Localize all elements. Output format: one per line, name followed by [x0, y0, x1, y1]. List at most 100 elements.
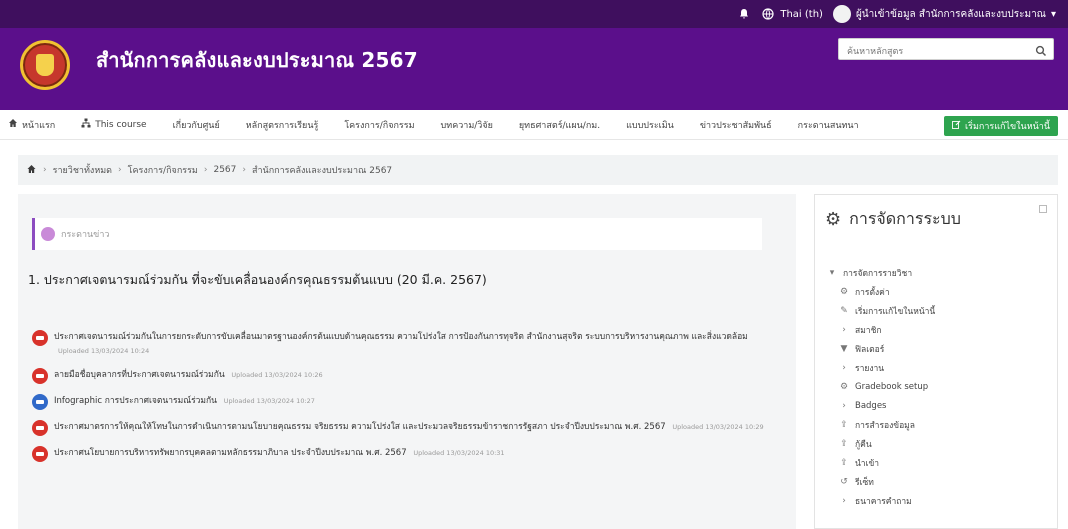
nav-item-projects[interactable]: โครงการ/กิจกรรม [344, 118, 414, 132]
caret-right-icon: › [842, 400, 846, 411]
search-icon[interactable] [1035, 42, 1047, 61]
search-input[interactable] [839, 42, 1029, 62]
home-icon[interactable] [26, 164, 37, 177]
resource-item[interactable]: ประกาศเจตนารมณ์ร่วมกันในการยกระดับการขับ… [32, 330, 782, 358]
tree-item-restore[interactable]: ⇪ กู้คืน [827, 434, 935, 453]
tree-item-users[interactable]: › สมาชิก [827, 320, 935, 339]
admin-tree: ▾ การจัดการรายวิชา ⚙ การตั้งค่า ✎ เริ่มก… [827, 263, 936, 510]
pdf-file-icon [32, 446, 48, 462]
home-icon [8, 118, 18, 131]
upload-icon: ⇪ [840, 438, 848, 449]
nav-item-label: หน้าแรก [22, 120, 56, 131]
tree-item-label: การตั้งค่า [855, 287, 890, 298]
nav-item-strategy[interactable]: ยุทธศาสตร์/แผน/กม. [519, 118, 600, 132]
tree-item-label: นำเข้า [855, 458, 880, 469]
resource-title[interactable]: ประกาศเจตนารมณ์ร่วมกันในการยกระดับการขับ… [54, 332, 748, 342]
tree-item-label: เริ่มการแก้ไขในหน้านี้ [855, 306, 936, 317]
resource-title[interactable]: ประกาศนโยบายการบริหารทรัพยากรบุคคลตามหลั… [54, 448, 407, 458]
breadcrumb-item[interactable]: โครงการ/กิจกรรม [128, 163, 198, 177]
main-navbar: หน้าแรก This course เกี่ยวกับศูนย์ หลักส… [0, 110, 1068, 140]
tree-item-import[interactable]: ⇪ นำเข้า [827, 453, 935, 472]
gear-icon: ⚙ [839, 381, 849, 392]
tree-item-label: กู้คืน [855, 439, 872, 450]
resource-title[interactable]: ประกาศมาตรการให้คุณให้โทษในการดำเนินการต… [54, 422, 666, 432]
nav-item-this-course[interactable]: This course [81, 118, 147, 131]
nav-item-home[interactable]: หน้าแรก [8, 118, 55, 132]
upload-date: Uploaded 13/03/2024 10:29 [672, 423, 764, 431]
tree-item-question-bank[interactable]: › ธนาคารคำถาม [827, 491, 935, 510]
nav-item-label: กระดานสนทนา [797, 120, 859, 131]
caret-down-icon: ▾ [829, 267, 835, 278]
resource-title[interactable]: ลายมือชื่อบุคลากรที่ประกาศเจตนารมณ์ร่วมก… [54, 370, 225, 380]
tree-item-gradebook-setup[interactable]: ⚙ Gradebook setup [827, 377, 935, 396]
tree-item-backup[interactable]: ⇪ การสำรองข้อมูล [827, 415, 935, 434]
nav-item-label: บทความ/วิจัย [440, 120, 493, 131]
news-forum-label: กระดานข่าว [61, 230, 110, 240]
language-label: Thai (th) [780, 8, 823, 20]
avatar [832, 5, 851, 23]
nav-item-label: เกี่ยวกับศูนย์ [172, 120, 220, 131]
upload-icon: ⇪ [840, 457, 848, 468]
nav-item-label: โครงการ/กิจกรรม [344, 120, 415, 131]
sitemap-icon [81, 118, 91, 131]
pdf-file-icon [32, 368, 48, 384]
user-name: ผู้นำเข้าข้อมูล สำนักการคลังและงบประมาณ [855, 8, 1046, 20]
upload-date: Uploaded 13/03/2024 10:27 [223, 397, 315, 405]
tree-item-badges[interactable]: › Badges [827, 396, 935, 415]
tree-item-filters[interactable]: ▼ ฟิลเตอร์ [827, 339, 935, 358]
notification-bell-icon[interactable] [737, 7, 751, 21]
resource-item[interactable]: Infographic การประกาศเจตนารมณ์ร่วมกัน Up… [32, 394, 782, 410]
caret-right-icon: › [842, 324, 846, 335]
resource-title[interactable]: Infographic การประกาศเจตนารมณ์ร่วมกัน [54, 396, 217, 406]
site-logo[interactable] [20, 40, 70, 90]
news-forum-link[interactable]: กระดานข่าว [32, 218, 762, 250]
tree-item-reports[interactable]: › รายงาน [827, 358, 935, 377]
breadcrumb-separator: › [43, 165, 47, 175]
tree-item-reset[interactable]: ↺ รีเซ็ท [827, 472, 935, 491]
top-navbar: Thai (th) ผู้นำเข้าข้อมูล สำนักการคลังแล… [0, 0, 1068, 28]
nav-item-label: This course [95, 119, 147, 130]
caret-right-icon: › [842, 362, 846, 373]
image-file-icon [32, 394, 48, 410]
block-header: ⚙ การจัดการระบบ [825, 207, 961, 232]
nav-item-label: แบบประเมิน [626, 120, 674, 131]
resource-item[interactable]: ประกาศนโยบายการบริหารทรัพยากรบุคคลตามหลั… [32, 446, 782, 462]
tree-item-label: สมาชิก [855, 325, 882, 336]
nav-item-news[interactable]: ข่าวประชาสัมพันธ์ [700, 118, 772, 132]
breadcrumb-current: สำนักการคลังและงบประมาณ 2567 [252, 166, 393, 176]
upload-date: Uploaded 13/03/2024 10:26 [231, 371, 323, 379]
tree-item-label: ธนาคารคำถาม [855, 496, 912, 507]
tree-item-label: ฟิลเตอร์ [855, 344, 885, 355]
gear-icon: ⚙ [839, 286, 849, 297]
tree-item-turn-editing-on[interactable]: ✎ เริ่มการแก้ไขในหน้านี้ [827, 301, 935, 320]
tree-item-label: รีเซ็ท [855, 477, 874, 488]
language-menu[interactable]: Thai (th) [761, 7, 823, 21]
pdf-file-icon [32, 330, 48, 346]
nav-item-label: หลักสูตรการเรียนรู้ [245, 120, 319, 131]
chevron-down-icon: ▾ [1050, 8, 1056, 20]
resource-item[interactable]: ลายมือชื่อบุคลากรที่ประกาศเจตนารมณ์ร่วมก… [32, 368, 782, 384]
tree-item-course-admin[interactable]: ▾ การจัดการรายวิชา [827, 263, 935, 282]
tree-item-label: Badges [855, 400, 887, 411]
course-content: กระดานข่าว 1. ประกาศเจตนารมณ์ร่วมกัน ที่… [18, 194, 796, 529]
block-collapse-toggle[interactable] [1039, 205, 1047, 213]
breadcrumb-item[interactable]: รายวิชาทั้งหมด [53, 163, 112, 177]
tree-item-label: รายงาน [855, 363, 885, 374]
tree-item-label: Gradebook setup [855, 381, 929, 392]
site-header: สำนักการคลังและงบประมาณ 2567 [0, 28, 1068, 110]
user-menu[interactable]: ผู้นำเข้าข้อมูล สำนักการคลังและงบประมาณ … [832, 5, 1056, 23]
nav-item-curriculum[interactable]: หลักสูตรการเรียนรู้ [246, 118, 319, 132]
nav-item-articles[interactable]: บทความ/วิจัย [441, 118, 493, 132]
nav-item-label: ข่าวประชาสัมพันธ์ [699, 120, 772, 131]
edit-page-button-label: เริ่มการแก้ไขในหน้านี้ [965, 122, 1050, 132]
resource-item[interactable]: ประกาศมาตรการให้คุณให้โทษในการดำเนินการต… [32, 420, 782, 436]
breadcrumb-item[interactable]: 2567 [213, 165, 236, 175]
nav-item-forum[interactable]: กระดานสนทนา [798, 118, 859, 132]
topbar-right: Thai (th) ผู้นำเข้าข้อมูล สำนักการคลังแล… [737, 5, 1056, 23]
nav-item-evaluation[interactable]: แบบประเมิน [626, 118, 674, 132]
tree-item-settings[interactable]: ⚙ การตั้งค่า [827, 282, 935, 301]
edit-page-button[interactable]: เริ่มการแก้ไขในหน้านี้ [944, 116, 1058, 136]
nav-item-about[interactable]: เกี่ยวกับศูนย์ [173, 118, 220, 132]
site-title[interactable]: สำนักการคลังและงบประมาณ 2567 [96, 44, 418, 76]
nav-item-label: ยุทธศาสตร์/แผน/กม. [518, 120, 601, 131]
